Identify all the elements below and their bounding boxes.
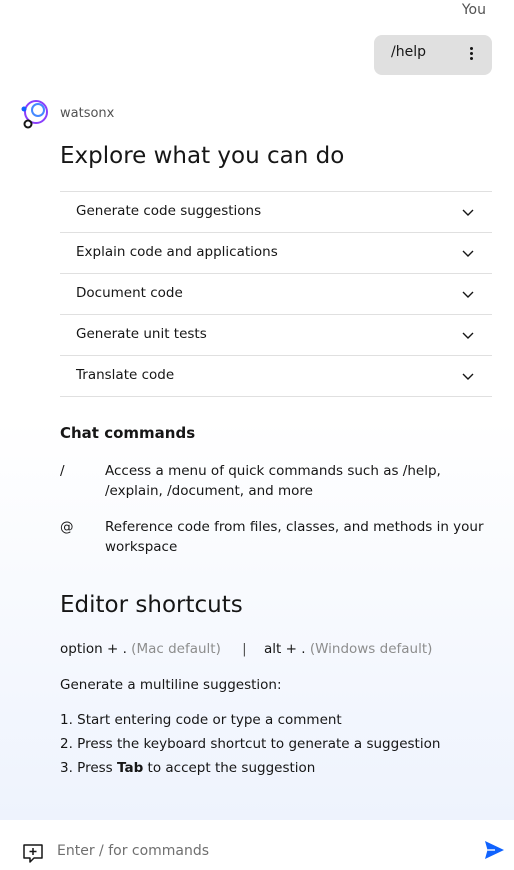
command-description: Access a menu of quick commands such as … — [105, 463, 441, 499]
accordion-item-label: Generate code suggestions — [76, 203, 262, 219]
chevron-down-icon — [462, 291, 474, 298]
accordion-item-document-code[interactable]: Document code — [60, 273, 492, 314]
windows-shortcut-keys: alt + . — [264, 641, 306, 657]
bot-name: watsonx — [60, 106, 115, 121]
explore-heading: Explore what you can do — [60, 143, 345, 169]
accordion-item-translate-code[interactable]: Translate code — [60, 355, 492, 397]
send-icon[interactable] — [483, 839, 505, 861]
chat-commands-heading: Chat commands — [60, 424, 196, 442]
command-symbol: @ — [60, 519, 74, 535]
accordion-item-label: Explain code and applications — [76, 244, 278, 260]
chevron-down-icon — [462, 209, 474, 216]
chevron-down-icon — [462, 332, 474, 339]
multiline-intro: Generate a multiline suggestion: — [60, 677, 282, 693]
accordion-item-label: Generate unit tests — [76, 326, 207, 342]
command-description: Reference code from files, classes, and … — [105, 519, 484, 555]
chevron-down-icon — [462, 373, 474, 380]
accordion-item-explain-code[interactable]: Explain code and applications — [60, 232, 492, 273]
watsonx-avatar-icon — [21, 100, 48, 129]
add-chat-icon[interactable] — [22, 842, 44, 864]
user-message-text: /help — [391, 44, 426, 60]
windows-shortcut-note: (Windows default) — [309, 641, 433, 657]
steps-list: 1. Start entering code or type a comment… — [60, 708, 440, 780]
accordion-item-label: Translate code — [76, 367, 175, 383]
accordion-item-generate-code[interactable]: Generate code suggestions — [60, 191, 492, 232]
step-1: 1. Start entering code or type a comment — [60, 712, 342, 728]
chat-input[interactable] — [57, 840, 457, 862]
shortcut-line: option + . (Mac default) | alt + . (Wind… — [60, 641, 432, 657]
you-label: You — [461, 2, 486, 18]
step-2: 2. Press the keyboard shortcut to genera… — [60, 736, 441, 752]
chevron-down-icon — [462, 250, 474, 257]
step-3: 3. Press Tab to accept the suggestion — [60, 756, 440, 780]
shortcut-separator: | — [242, 641, 247, 657]
mac-shortcut-note: (Mac default) — [131, 641, 221, 657]
step-3-suffix: to accept the suggestion — [143, 760, 316, 776]
overflow-menu-icon[interactable] — [470, 47, 474, 61]
command-symbol: / — [60, 463, 65, 479]
accordion-item-unit-tests[interactable]: Generate unit tests — [60, 314, 492, 355]
accordion-item-label: Document code — [76, 285, 183, 301]
tab-key: Tab — [117, 760, 144, 776]
editor-shortcuts-heading: Editor shortcuts — [60, 592, 243, 618]
explore-accordion: Generate code suggestions Explain code a… — [60, 191, 492, 397]
step-3-prefix: 3. Press — [60, 760, 117, 776]
mac-shortcut-keys: option + . — [60, 641, 127, 657]
user-message-bubble: /help — [374, 35, 492, 75]
